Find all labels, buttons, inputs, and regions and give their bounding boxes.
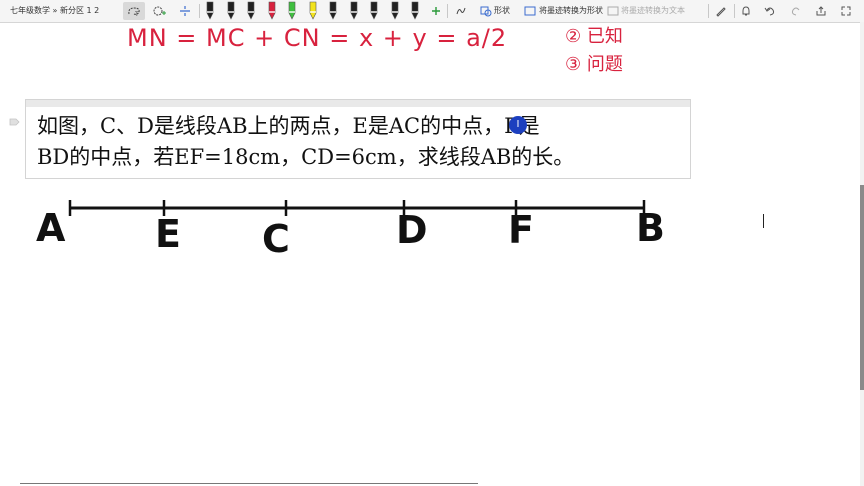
redo-button[interactable] <box>788 2 804 20</box>
pen-11-icon[interactable] <box>410 1 420 21</box>
undo-button[interactable] <box>762 2 778 20</box>
page-bottom-rule <box>20 483 478 484</box>
breadcrumb[interactable]: 七年级数学 » 新分区 1 2 <box>10 5 99 16</box>
point-label-c: C <box>262 217 290 261</box>
expand-icon <box>841 6 851 16</box>
pen-9-icon[interactable] <box>369 1 379 21</box>
ink-to-text-icon <box>607 6 619 16</box>
share-icon <box>816 6 826 16</box>
toolbar-divider <box>734 4 735 18</box>
eraser-button[interactable] <box>713 2 729 20</box>
svg-text:T: T <box>134 11 139 17</box>
math-icon <box>456 7 466 15</box>
shapes-icon <box>480 6 492 17</box>
insert-space-icon <box>180 6 190 16</box>
text-caret <box>763 214 764 228</box>
question-line-2: BD的中点，若EF=18cm，CD=6cm，求线段AB的长。 <box>37 145 575 169</box>
pen-8-icon[interactable] <box>349 1 359 21</box>
paragraph-handle-icon[interactable] <box>9 117 21 127</box>
bell-icon <box>742 6 750 16</box>
share-button[interactable] <box>813 2 829 20</box>
ink-to-text-icon-button[interactable] <box>606 2 620 20</box>
pen-5-icon[interactable] <box>287 1 297 21</box>
pen-7-icon[interactable] <box>328 1 338 21</box>
lasso-add-button[interactable] <box>148 2 170 20</box>
pen-4-icon[interactable] <box>267 1 277 21</box>
redo-icon <box>791 7 800 16</box>
lasso-select-button[interactable]: T <box>123 2 145 20</box>
lasso-icon: T <box>128 7 140 17</box>
ink-to-math-button[interactable] <box>452 2 470 20</box>
point-label-f: F <box>508 208 534 252</box>
container-drag-bar[interactable] <box>26 100 690 107</box>
pen-10-icon[interactable] <box>390 1 400 21</box>
undo-icon <box>764 7 775 16</box>
fullscreen-button[interactable] <box>838 2 854 20</box>
pen-1-icon[interactable] <box>205 1 215 21</box>
toolbar: 七年级数学 » 新分区 1 2 T 形状 将墨迹转换为形状 将墨迹转换为文本 <box>0 0 864 23</box>
toolbar-divider <box>708 4 709 18</box>
shape-icon-button[interactable] <box>479 2 493 20</box>
question-container[interactable]: 如图，C、D是线段AB上的两点，E是AC的中点，F是 BD的中点，若EF=18c… <box>25 99 691 179</box>
toolbar-divider <box>447 4 448 18</box>
ink-to-text-button[interactable]: 将墨迹转换为文本 <box>621 5 685 16</box>
ink-to-shape-icon-button[interactable] <box>523 2 537 20</box>
point-label-d: D <box>396 208 428 252</box>
point-label-a: A <box>36 206 66 250</box>
question-text[interactable]: 如图，C、D是线段AB上的两点，E是AC的中点，F是 BD的中点，若EF=18c… <box>37 111 687 173</box>
toolbar-divider <box>199 4 200 18</box>
ink-to-shape-icon <box>524 6 536 16</box>
question-line-1: 如图，C、D是线段AB上的两点，E是AC的中点，F是 <box>37 114 540 138</box>
shapes-button[interactable]: 形状 <box>494 5 510 16</box>
text-cursor-icon: I <box>509 116 527 134</box>
insert-space-button[interactable] <box>174 2 196 20</box>
notifications-button[interactable] <box>738 2 754 20</box>
add-pen-button[interactable] <box>428 2 444 20</box>
line-segment-diagram <box>68 200 646 216</box>
handwritten-equation: MN = MC + CN = x + y = a/2 <box>127 24 508 52</box>
ink-to-shape-button[interactable]: 将墨迹转换为形状 <box>539 5 603 16</box>
handwritten-note-2: ② 已知 <box>565 26 623 47</box>
pencil-icon <box>716 7 726 17</box>
handwritten-note-3: ③ 问题 <box>565 54 623 75</box>
pen-3-icon[interactable] <box>246 1 256 21</box>
vertical-scrollbar-thumb[interactable] <box>860 185 864 390</box>
point-label-b: B <box>636 206 665 250</box>
pen-2-icon[interactable] <box>226 1 236 21</box>
pen-6-icon[interactable] <box>308 1 318 21</box>
point-label-e: E <box>155 212 181 256</box>
lasso-plus-icon <box>153 6 166 16</box>
plus-icon <box>432 7 440 15</box>
